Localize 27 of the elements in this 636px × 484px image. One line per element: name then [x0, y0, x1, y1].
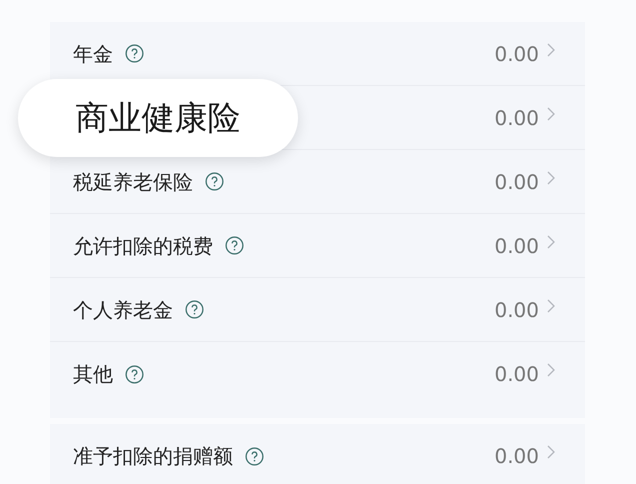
row-label: 年金 [73, 40, 113, 68]
chevron-right-icon [547, 106, 555, 120]
help-icon[interactable] [185, 300, 204, 319]
row-value: 0.00 [494, 232, 539, 260]
row-value: 0.00 [494, 296, 539, 324]
row-label: 个人养老金 [73, 296, 173, 324]
help-icon[interactable] [125, 364, 144, 384]
row-value: 0.00 [494, 104, 539, 132]
help-icon[interactable] [225, 236, 244, 255]
row-label: 准予扣除的捐赠额 [73, 443, 233, 470]
callout-label: 商业健康险 [18, 79, 298, 157]
row-value: 0.00 [494, 168, 539, 196]
row-value: 0.00 [494, 40, 539, 68]
help-icon[interactable] [205, 172, 224, 191]
row-value: 0.00 [494, 443, 539, 470]
chevron-right-icon [547, 234, 555, 248]
row-label: 其他 [73, 361, 113, 388]
row-label: 允许扣除的税费 [73, 232, 213, 260]
row-value: 0.00 [494, 361, 539, 388]
help-icon[interactable] [245, 446, 264, 466]
chevron-right-icon [547, 42, 555, 56]
row-label: 税延养老保险 [73, 168, 193, 196]
chevron-right-icon [547, 363, 555, 377]
help-icon[interactable] [125, 44, 144, 63]
chevron-right-icon [547, 298, 555, 312]
chevron-right-icon [547, 445, 555, 459]
chevron-right-icon [547, 170, 555, 184]
